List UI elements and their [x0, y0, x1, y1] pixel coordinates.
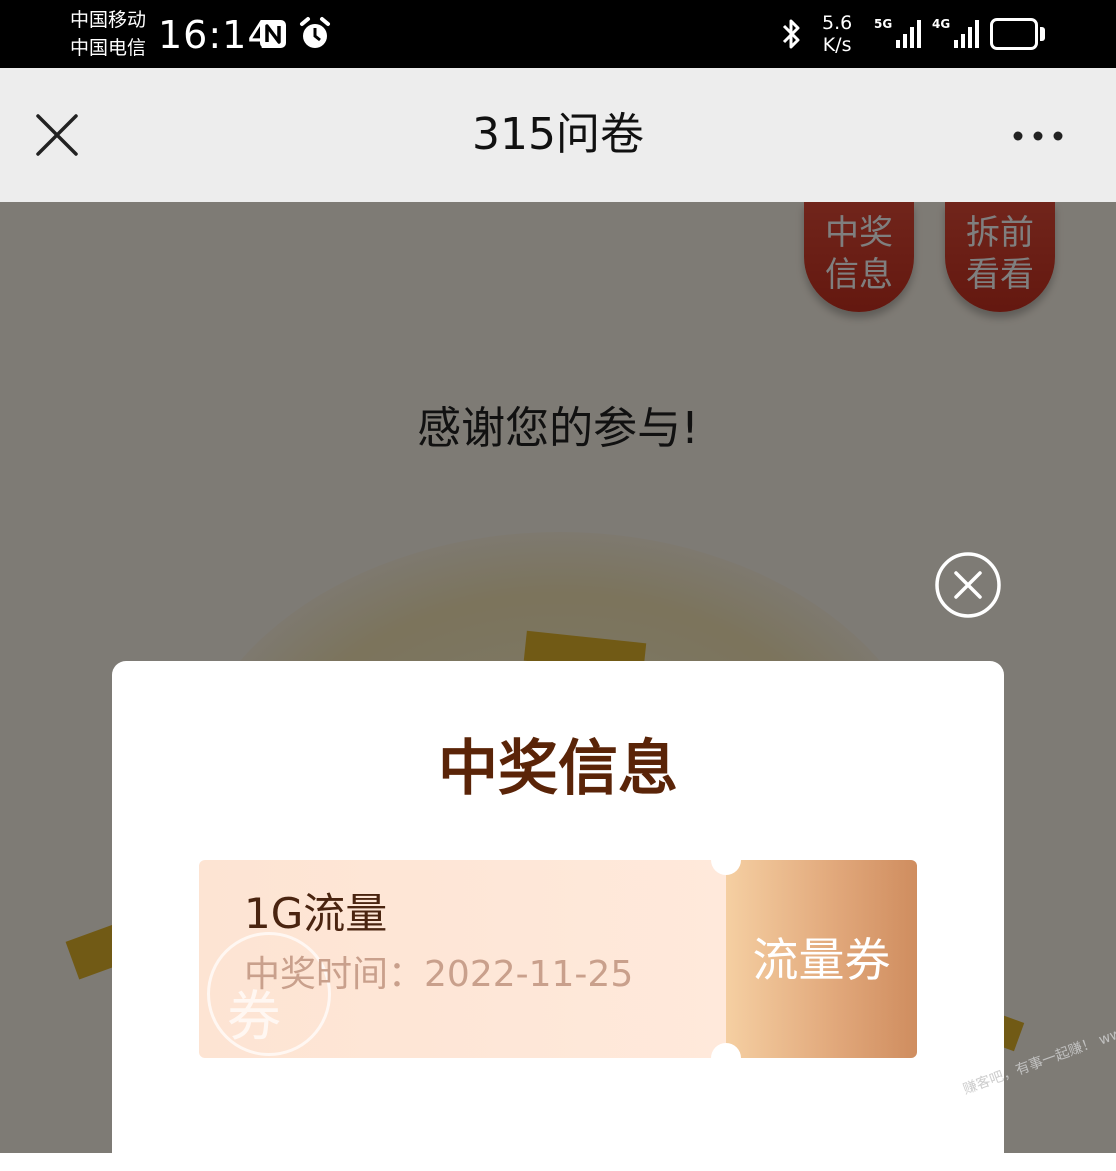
signal-5g-label: 5G	[874, 17, 892, 31]
coupon-type-label: 流量券	[752, 933, 891, 987]
alarm-icon	[300, 17, 330, 48]
carrier-1: 中国移动	[70, 9, 147, 31]
signal-5g-icon: 5G	[874, 17, 921, 48]
coupon-notch	[711, 845, 741, 875]
prize-time: 中奖时间：2022-11-25	[244, 952, 633, 998]
circle-close-icon[interactable]	[934, 551, 1002, 619]
clock: 16:14	[158, 13, 273, 57]
nfc-icon	[260, 20, 286, 48]
prize-time-value: 2022-11-25	[424, 954, 634, 995]
carrier-names: 中国移动 中国电信	[70, 6, 146, 62]
prize-coupon[interactable]: 券 1G流量 中奖时间：2022-11-25 流量券	[199, 845, 917, 1073]
signal-4g-icon: 4G	[932, 17, 979, 48]
page-title: 315问卷	[472, 109, 644, 160]
network-speed-value: 5.6	[822, 12, 853, 34]
battery-level: 78	[1000, 23, 1028, 45]
battery-icon: 78	[990, 18, 1038, 50]
prize-name: 1G流量	[244, 889, 388, 938]
battery-tip	[1040, 27, 1045, 41]
coupon-notch	[711, 1043, 741, 1073]
bluetooth-icon	[782, 19, 800, 49]
title-bar: 315问卷	[0, 68, 1116, 202]
carrier-2: 中国电信	[70, 37, 147, 59]
coupon-scallop-edge	[199, 860, 207, 1058]
network-speed: 5.6 K/s	[822, 12, 852, 56]
signal-4g-label: 4G	[932, 17, 950, 31]
network-speed-unit: K/s	[822, 34, 852, 56]
coupon-type-tab: 流量券	[726, 860, 917, 1058]
coupon-body: 券 1G流量 中奖时间：2022-11-25	[199, 860, 726, 1058]
modal-title: 中奖信息	[438, 734, 678, 804]
status-bar: 中国移动 中国电信 16:14 5.6 K/s 5G 4G 78	[0, 0, 1116, 68]
more-options-icon[interactable]	[1010, 128, 1066, 144]
prize-info-modal: 中奖信息 券 1G流量 中奖时间：2022-11-25 流量券	[112, 661, 1004, 1171]
prize-time-label: 中奖时间：	[244, 954, 425, 995]
